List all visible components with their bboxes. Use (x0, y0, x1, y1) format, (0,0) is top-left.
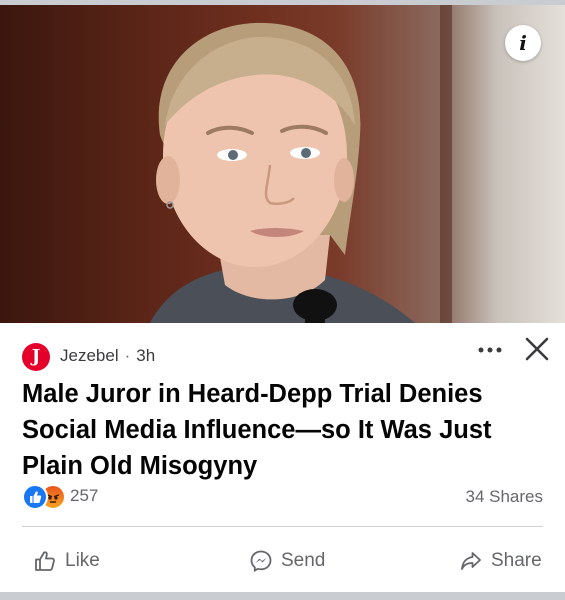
separator-dot: · (124, 346, 131, 365)
source-name[interactable]: Jezebel (60, 346, 119, 365)
share-button[interactable]: Share (459, 548, 542, 574)
share-label: Share (491, 550, 542, 571)
send-button[interactable]: Send (249, 548, 325, 574)
article-headline[interactable]: Male Juror in Heard-Depp Trial Denies So… (22, 376, 542, 484)
share-count[interactable]: 34 Shares (466, 487, 544, 507)
info-icon: i (519, 31, 527, 55)
close-icon (525, 337, 549, 361)
share-arrow-icon (461, 552, 481, 570)
messenger-icon (250, 550, 272, 573)
close-button[interactable] (524, 336, 550, 362)
portrait-illustration (150, 5, 452, 323)
more-options-button[interactable] (478, 337, 502, 360)
ellipsis-icon (478, 347, 502, 353)
info-button[interactable]: i (505, 25, 541, 61)
divider (22, 526, 543, 527)
like-reaction-icon (22, 484, 48, 510)
source-logo[interactable]: J (22, 343, 50, 371)
thumbs-up-icon (35, 551, 55, 571)
like-label: Like (65, 550, 100, 571)
bottom-separator (0, 592, 565, 600)
send-label: Send (281, 550, 326, 571)
article-image[interactable]: i (0, 5, 565, 323)
post-time[interactable]: 3h (136, 346, 155, 365)
source-line: Jezebel · 3h (60, 346, 155, 366)
like-button[interactable]: Like (33, 548, 100, 574)
reaction-count[interactable]: 257 (70, 486, 98, 506)
source-logo-letter: J (31, 346, 41, 367)
